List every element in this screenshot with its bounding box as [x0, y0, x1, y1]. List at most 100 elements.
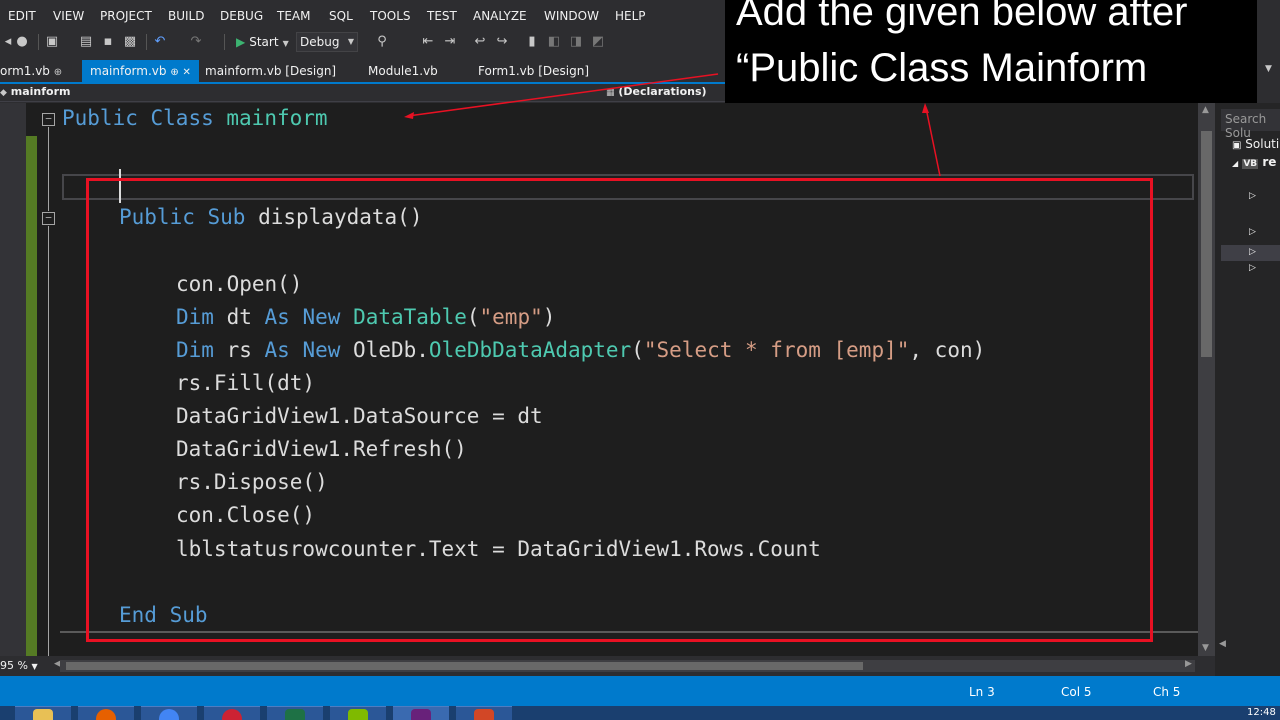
- indicator-margin: [0, 103, 26, 656]
- powerpoint-icon: [474, 709, 494, 720]
- close-icon[interactable]: ✕: [183, 67, 191, 78]
- find-icon[interactable]: ⚲: [374, 34, 390, 50]
- highlight-box: [86, 178, 1153, 642]
- tab-mainform-design[interactable]: mainform.vb [Design]: [205, 64, 336, 78]
- new-project-icon[interactable]: ▣: [44, 34, 60, 50]
- status-column: Col 5: [1061, 685, 1092, 699]
- tab-module1-vb[interactable]: Module1.vb: [368, 64, 438, 78]
- project-node[interactable]: ◢ VB re: [1232, 155, 1276, 169]
- windows-taskbar: 12:48: [0, 706, 1280, 720]
- tab-form1-design[interactable]: Form1.vb [Design]: [478, 64, 589, 78]
- annotation-line-1: Add the given below after: [736, 0, 1188, 34]
- save-icon[interactable]: ▪: [100, 34, 116, 50]
- outdent-icon[interactable]: ⇥: [442, 34, 458, 50]
- solution-icon: ▣: [1232, 140, 1242, 151]
- tab-mainform-vb[interactable]: mainform.vb ⊕ ✕: [82, 60, 199, 82]
- status-line: Ln 3: [969, 685, 995, 699]
- status-char: Ch 5: [1153, 685, 1181, 699]
- chrome-button[interactable]: [141, 706, 197, 720]
- app-icon: [348, 709, 368, 720]
- visual-studio-button[interactable]: [393, 706, 449, 720]
- menu-sql[interactable]: SQL: [329, 9, 353, 23]
- excel-icon: [285, 709, 305, 720]
- member-dropdown[interactable]: ▦ (Declarations): [606, 85, 707, 98]
- scroll-left-icon[interactable]: ◀: [1219, 639, 1226, 649]
- chevron-down-icon: ▼: [31, 662, 38, 671]
- vertical-scrollbar[interactable]: ▲ ▼: [1198, 103, 1215, 656]
- class-icon: ◆: [0, 88, 7, 98]
- indent-icon[interactable]: ⇤: [420, 34, 436, 50]
- scroll-right-icon[interactable]: ▶: [1185, 659, 1192, 669]
- toolbar-separator: [224, 34, 225, 50]
- tab-overflow[interactable]: ▼: [1256, 60, 1280, 84]
- start-label: Start: [249, 35, 279, 49]
- file-explorer-button[interactable]: [15, 706, 71, 720]
- play-icon: ▶: [236, 35, 246, 49]
- zoom-level[interactable]: 95 % ▼: [0, 659, 38, 672]
- solution-configuration-select[interactable]: Debug ▼: [296, 32, 358, 52]
- uncomment-icon[interactable]: ↪: [494, 34, 510, 50]
- clock[interactable]: 12:48: [1247, 707, 1276, 718]
- menu-window[interactable]: WINDOW: [544, 9, 599, 23]
- pin-icon[interactable]: ⊕: [54, 67, 62, 78]
- chevron-down-icon: ▼: [347, 37, 354, 46]
- start-button[interactable]: ▶ Start ▼: [232, 32, 293, 52]
- navigation-bar: ◆ mainform ▦ (Declarations): [0, 84, 725, 102]
- annotation-line-2: “Public Class Mainform: [736, 46, 1148, 90]
- next-bookmark-icon[interactable]: ◨: [568, 34, 584, 50]
- code-editor[interactable]: − − Public Class mainform Public Sub dis…: [0, 103, 1198, 656]
- powerpoint-button[interactable]: [456, 706, 512, 720]
- save-all-icon[interactable]: ▩: [122, 34, 138, 50]
- open-file-icon[interactable]: ▤: [78, 34, 94, 50]
- editor-bottom-bar: 95 % ▼ ◀ ▶: [0, 656, 1215, 676]
- opera-button[interactable]: [204, 706, 260, 720]
- vb-project-icon: VB: [1242, 159, 1259, 169]
- menu-debug[interactable]: DEBUG: [220, 9, 263, 23]
- menu-build[interactable]: BUILD: [168, 9, 204, 23]
- horizontal-scrollbar[interactable]: [60, 660, 1195, 672]
- expand-icon[interactable]: ▷: [1249, 227, 1256, 237]
- pin-icon[interactable]: ⊕: [170, 67, 178, 78]
- undo-icon[interactable]: ↶: [152, 34, 168, 50]
- firefox-button[interactable]: [78, 706, 134, 720]
- app-button[interactable]: [330, 706, 386, 720]
- chevron-down-icon: ▼: [282, 39, 289, 48]
- expand-icon[interactable]: ▷: [1249, 191, 1256, 201]
- solution-search-input[interactable]: Search Solu: [1221, 109, 1280, 140]
- clear-bookmarks-icon[interactable]: ◩: [590, 34, 606, 50]
- menu-tools[interactable]: TOOLS: [370, 9, 411, 23]
- menu-view[interactable]: VIEW: [53, 9, 84, 23]
- scrollbar-thumb[interactable]: [1201, 131, 1212, 357]
- menu-help[interactable]: HELP: [615, 9, 646, 23]
- configuration-value: Debug: [300, 35, 340, 49]
- outline-line: [48, 127, 49, 211]
- menu-team[interactable]: TEAM: [277, 9, 310, 23]
- declarations-icon: ▦: [606, 88, 615, 98]
- bookmark-icon[interactable]: ▮: [524, 34, 540, 50]
- scroll-down-icon[interactable]: ▼: [1202, 643, 1209, 653]
- opera-icon: [222, 709, 242, 720]
- solution-node[interactable]: ▣ Soluti: [1232, 137, 1279, 151]
- expand-icon[interactable]: ▷: [1249, 263, 1256, 273]
- comment-icon[interactable]: ↩: [472, 34, 488, 50]
- visual-studio-icon: [411, 709, 431, 720]
- folder-icon: [33, 709, 53, 720]
- scroll-up-icon[interactable]: ▲: [1202, 105, 1209, 115]
- menu-test[interactable]: TEST: [427, 9, 457, 23]
- hscroll-thumb[interactable]: [66, 662, 863, 670]
- collapse-sub-toggle[interactable]: −: [42, 212, 55, 225]
- status-bar: Ln 3 Col 5 Ch 5: [0, 676, 1280, 706]
- menu-project[interactable]: PROJECT: [100, 9, 152, 23]
- prev-bookmark-icon[interactable]: ◧: [546, 34, 562, 50]
- expand-icon[interactable]: ▷: [1249, 247, 1256, 257]
- forward-icon[interactable]: ●: [14, 34, 30, 50]
- type-dropdown[interactable]: ◆ mainform: [0, 85, 70, 98]
- redo-icon[interactable]: ↷: [188, 34, 204, 50]
- expand-icon: ◢: [1232, 159, 1239, 168]
- collapse-class-toggle[interactable]: −: [42, 113, 55, 126]
- excel-button[interactable]: [267, 706, 323, 720]
- menu-analyze[interactable]: ANALYZE: [473, 9, 527, 23]
- menu-edit[interactable]: EDIT: [8, 9, 36, 23]
- code-line-class: Public Class mainform: [62, 106, 328, 130]
- tab-form1-vb[interactable]: orm1.vb ⊕: [0, 64, 62, 78]
